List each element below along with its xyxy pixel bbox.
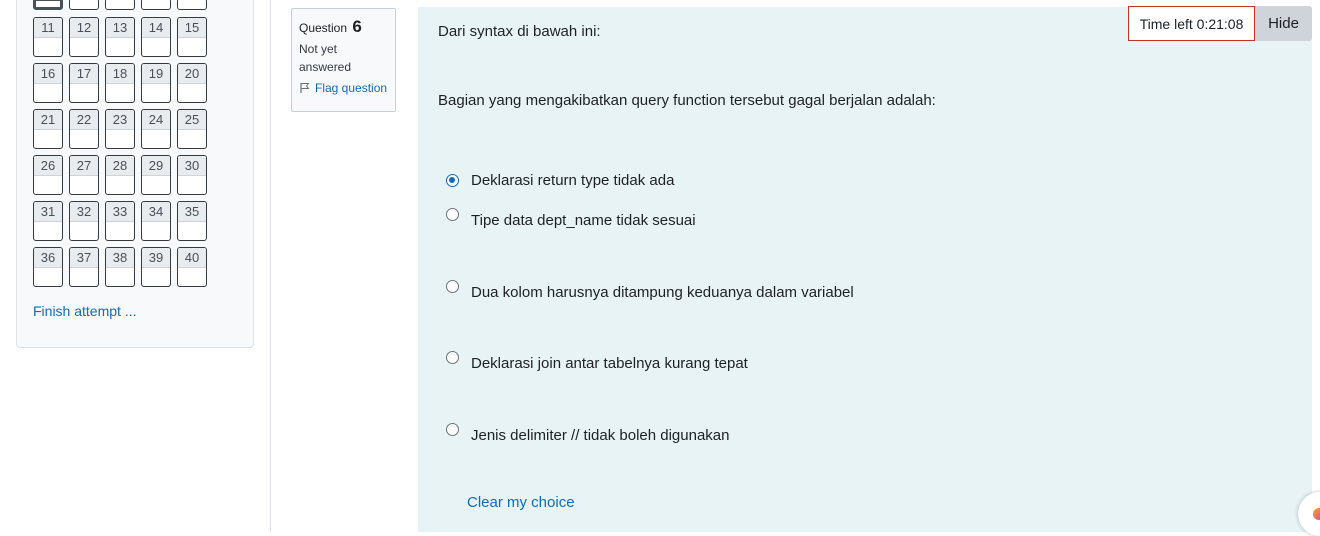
question-nav-button[interactable]: 37 <box>69 247 99 287</box>
question-nav-button[interactable]: 34 <box>141 201 171 241</box>
question-nav-button[interactable]: 21 <box>33 109 63 149</box>
question-word: Question <box>299 21 348 35</box>
question-nav-number: 39 <box>142 248 170 268</box>
question-nav-number: 36 <box>34 248 62 268</box>
flag-question-button[interactable]: Flag question <box>299 81 388 95</box>
question-nav-number: 25 <box>178 110 206 130</box>
answer-radio-3[interactable] <box>446 280 459 293</box>
question-nav-button[interactable]: 22 <box>69 109 99 149</box>
question-nav-number: 13 <box>106 18 134 38</box>
question-nav-number: 17 <box>70 64 98 84</box>
question-nav-number: 19 <box>142 64 170 84</box>
question-nav-button[interactable]: 19 <box>141 63 171 103</box>
question-nav-button[interactable]: 38 <box>105 247 135 287</box>
answer-label-1[interactable]: Deklarasi return type tidak ada <box>471 172 674 190</box>
question-nav-button[interactable]: 11 <box>33 17 63 57</box>
question-nav-button[interactable]: 17 <box>69 63 99 103</box>
question-nav-button-partial[interactable] <box>177 0 207 10</box>
question-nav-button[interactable]: 28 <box>105 155 135 195</box>
question-nav-button[interactable]: 29 <box>141 155 171 195</box>
question-nav-button[interactable]: 30 <box>177 155 207 195</box>
question-nav-number: 37 <box>70 248 98 268</box>
question-nav-button-partial[interactable] <box>105 0 135 10</box>
question-nav-button[interactable]: 27 <box>69 155 99 195</box>
question-intro: Dari syntax di bawah ini: <box>438 23 601 40</box>
question-nav-number: 33 <box>106 202 134 222</box>
question-nav-button-partial[interactable] <box>33 0 63 10</box>
question-nav-number: 34 <box>142 202 170 222</box>
answer-radio-1[interactable] <box>446 174 459 187</box>
assistant-icon <box>1313 508 1320 520</box>
question-nav-button[interactable]: 26 <box>33 155 63 195</box>
answer-radio-4[interactable] <box>446 351 459 364</box>
question-nav-button[interactable]: 31 <box>33 201 63 241</box>
time-left-display: Time left 0:21:08 <box>1128 6 1255 41</box>
question-nav-button[interactable]: 25 <box>177 109 207 149</box>
answer-option-1[interactable]: Deklarasi return type tidak ada <box>446 172 674 190</box>
question-nav-button[interactable]: 18 <box>105 63 135 103</box>
question-nav-number: 38 <box>106 248 134 268</box>
question-nav-button[interactable]: 20 <box>177 63 207 103</box>
question-nav-button[interactable]: 14 <box>141 17 171 57</box>
question-nav-number: 40 <box>178 248 206 268</box>
answer-option-2[interactable]: Tipe data dept_name tidak sesuai <box>446 206 696 230</box>
question-nav-number: 20 <box>178 64 206 84</box>
question-nav-number: 32 <box>70 202 98 222</box>
question-nav-number: 31 <box>34 202 62 222</box>
question-nav-number: 14 <box>142 18 170 38</box>
question-nav-number: 24 <box>142 110 170 130</box>
question-nav-number: 12 <box>70 18 98 38</box>
answer-label-2[interactable]: Tipe data dept_name tidak sesuai <box>471 212 696 230</box>
question-content: Dari syntax di bawah ini: Bagian yang me… <box>418 7 1312 532</box>
answer-option-4[interactable]: Deklarasi join antar tabelnya kurang tep… <box>446 349 748 373</box>
answer-option-5[interactable]: Jenis delimiter // tidak boleh digunakan <box>446 421 730 445</box>
column-divider <box>270 0 271 532</box>
question-nav-button-partial[interactable] <box>69 0 99 10</box>
question-nav-number: 11 <box>34 18 62 38</box>
question-nav-number: 28 <box>106 156 134 176</box>
question-nav-button[interactable]: 24 <box>141 109 171 149</box>
question-nav-button[interactable]: 39 <box>141 247 171 287</box>
question-nav-number: 22 <box>70 110 98 130</box>
question-nav-button[interactable]: 32 <box>69 201 99 241</box>
question-nav-button[interactable]: 40 <box>177 247 207 287</box>
flag-question-label: Flag question <box>315 81 388 95</box>
question-nav-number: 27 <box>70 156 98 176</box>
question-state: Not yet answered <box>299 42 352 74</box>
question-nav-button-partial[interactable] <box>141 0 171 10</box>
question-nav-button[interactable]: 16 <box>33 63 63 103</box>
question-nav-button[interactable]: 23 <box>105 109 135 149</box>
question-number-row: Question 6 <box>299 17 388 38</box>
clear-choice-link[interactable]: Clear my choice <box>467 494 575 511</box>
answer-radio-5[interactable] <box>446 423 459 436</box>
answer-label-4[interactable]: Deklarasi join antar tabelnya kurang tep… <box>471 355 748 373</box>
answer-option-3[interactable]: Dua kolom harusnya ditampung keduanya da… <box>446 278 854 302</box>
question-nav-number: 35 <box>178 202 206 222</box>
answer-radio-2[interactable] <box>446 208 459 221</box>
question-nav-number: 16 <box>34 64 62 84</box>
question-nav-button[interactable]: 33 <box>105 201 135 241</box>
question-nav-number: 21 <box>34 110 62 130</box>
question-nav-number: 26 <box>34 156 62 176</box>
question-nav-number: 29 <box>142 156 170 176</box>
question-nav-button[interactable]: 12 <box>69 17 99 57</box>
answer-label-5[interactable]: Jenis delimiter // tidak boleh digunakan <box>471 427 730 445</box>
question-nav-number: 30 <box>178 156 206 176</box>
question-nav-number: 18 <box>106 64 134 84</box>
question-nav-button[interactable]: 15 <box>177 17 207 57</box>
question-prompt: Bagian yang mengakibatkan query function… <box>438 92 936 109</box>
question-number: 6 <box>352 17 362 36</box>
question-nav-number: 15 <box>178 18 206 38</box>
question-nav-number: 23 <box>106 110 134 130</box>
answer-label-3[interactable]: Dua kolom harusnya ditampung keduanya da… <box>471 284 854 302</box>
question-info-box: Question 6 Not yet answered Flag questio… <box>291 8 396 112</box>
flag-icon <box>300 83 310 93</box>
question-nav-button[interactable]: 36 <box>33 247 63 287</box>
finish-attempt-link[interactable]: Finish attempt ... <box>33 303 136 319</box>
question-nav-button[interactable]: 13 <box>105 17 135 57</box>
hide-timer-button[interactable]: Hide <box>1255 6 1312 41</box>
question-nav-button[interactable]: 35 <box>177 201 207 241</box>
